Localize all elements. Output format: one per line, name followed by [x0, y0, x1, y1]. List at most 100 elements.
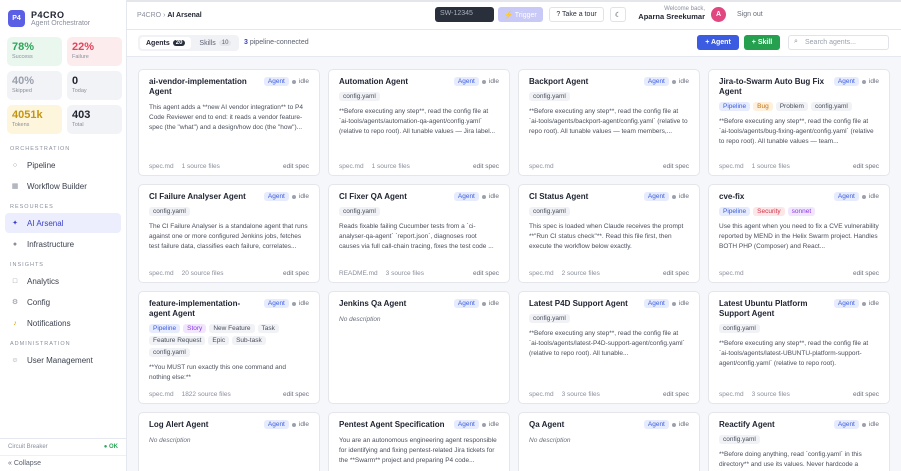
spec-file[interactable]: spec.md: [149, 270, 174, 277]
agent-description: Use this agent when you need to fix a CV…: [719, 223, 879, 250]
agent-card[interactable]: Qa Agent Agent idle No description: [518, 412, 700, 471]
source-files-count: 3 source files: [385, 270, 424, 277]
agent-description: **Before executing any step**, read the …: [719, 340, 869, 367]
trigger-button[interactable]: ⚡ Trigger: [498, 7, 543, 22]
status-dot-icon: [481, 194, 486, 199]
tag: config.yaml: [339, 92, 380, 101]
agent-badge: Agent: [833, 192, 859, 201]
status-text: idle: [868, 300, 879, 307]
agent-card[interactable]: CI Fixer QA Agent Agent idle config.yaml Rea…: [328, 184, 510, 283]
edit-spec-link[interactable]: edit spec: [663, 270, 689, 277]
tag: config.yaml: [149, 207, 190, 216]
card-header: cve-fix Agent idle: [719, 192, 879, 202]
spec-file[interactable]: spec.md: [719, 270, 744, 277]
spec-file[interactable]: spec.md: [529, 391, 554, 398]
agent-card[interactable]: Latest Ubuntu Platform Support Agent Agen…: [708, 291, 890, 404]
tag: config.yaml: [810, 102, 852, 111]
avatar[interactable]: A: [711, 7, 726, 22]
nav-user-management[interactable]: ☺ User Management: [5, 350, 121, 370]
sign-out-link[interactable]: Sign out: [737, 11, 763, 18]
nav-config[interactable]: ⚙ Config: [5, 292, 121, 312]
tag-list: config.yaml: [339, 92, 499, 101]
tag: Bug: [753, 102, 773, 111]
agent-card[interactable]: Automation Agent Agent idle config.yaml **Be…: [328, 69, 510, 176]
edit-spec-link[interactable]: edit spec: [283, 270, 309, 277]
add-skill-button[interactable]: + Skill: [744, 35, 780, 50]
edit-spec-link[interactable]: edit spec: [663, 391, 689, 398]
search-input[interactable]: ⌕ Search agents...: [788, 35, 889, 50]
agent-description: **Before executing any step**, read the …: [339, 108, 496, 135]
agent-title: ai-vendor-implementation Agent: [149, 77, 247, 96]
edit-spec-link[interactable]: edit spec: [853, 391, 879, 398]
spec-file[interactable]: spec.md: [149, 163, 174, 170]
spec-file[interactable]: spec.md: [149, 391, 174, 398]
add-agent-button[interactable]: + Agent: [697, 35, 739, 50]
section-administration: ADMINISTRATION: [10, 341, 71, 347]
nav-workflow-builder[interactable]: ▦ Workflow Builder: [5, 176, 121, 196]
agent-description: **Before executing any step**, read the …: [529, 108, 688, 135]
edit-spec-link[interactable]: edit spec: [283, 391, 309, 398]
nav-notifications[interactable]: ♪ Notifications: [5, 313, 121, 333]
agent-card[interactable]: Jenkins Qa Agent Agent idle No description: [328, 291, 510, 404]
spec-file[interactable]: spec.md: [719, 163, 744, 170]
nav-ai-arsenal[interactable]: ✦ AI Arsenal: [5, 213, 121, 233]
nav-analytics[interactable]: □ Analytics: [5, 271, 121, 291]
square-icon: □: [12, 277, 18, 285]
tag: Problem: [775, 102, 808, 111]
spec-file[interactable]: spec.md: [529, 270, 554, 277]
edit-spec-link[interactable]: edit spec: [283, 163, 309, 170]
tag: Pipeline: [719, 207, 751, 216]
status-dot-icon: [671, 422, 676, 427]
agent-card[interactable]: feature-implementation-agent Agent Agent i…: [138, 291, 320, 404]
card-header: Latest P4D Support Agent Agent idle: [529, 299, 689, 309]
spec-file[interactable]: spec.md: [719, 391, 744, 398]
tag-list: Pipeline Security sonnet: [719, 207, 879, 216]
status-dot-icon: [861, 79, 866, 84]
status-text: idle: [298, 193, 309, 200]
nav-infrastructure[interactable]: ● Infrastructure: [5, 234, 121, 254]
agent-card[interactable]: Jira-to-Swarm Auto Bug Fix Agent Agent idl…: [708, 69, 890, 176]
agent-card[interactable]: Pentest Agent Specification Agent idle You …: [328, 412, 510, 471]
agent-status: Agent idle: [833, 299, 879, 308]
edit-spec-link[interactable]: edit spec: [473, 163, 499, 170]
card-header: Log Alert Agent Agent idle: [149, 420, 309, 430]
ticket-input[interactable]: SW-12345: [435, 7, 494, 22]
card-header: Automation Agent Agent idle: [339, 77, 499, 87]
edit-spec-link[interactable]: edit spec: [853, 270, 879, 277]
take-tour-button[interactable]: ? Take a tour: [549, 7, 604, 22]
agent-card[interactable]: Reactify Agent Agent idle config.yaml **Befo…: [708, 412, 890, 471]
agent-card[interactable]: Backport Agent Agent idle config.yaml **Befo…: [518, 69, 700, 176]
agent-title: Latest Ubuntu Platform Support Agent: [719, 299, 808, 318]
tab-skills[interactable]: Skills 10: [193, 37, 237, 49]
status-dot-icon: [291, 79, 296, 84]
bell-icon: ♪: [13, 319, 17, 327]
theme-toggle-icon[interactable]: ☾: [610, 7, 626, 22]
agent-badge: Agent: [643, 299, 669, 308]
agent-badge: Agent: [453, 192, 479, 201]
agent-card[interactable]: Latest P4D Support Agent Agent idle config.…: [518, 291, 700, 404]
status-text: idle: [868, 78, 879, 85]
agent-title: Jenkins Qa Agent: [339, 299, 407, 308]
edit-spec-link[interactable]: edit spec: [473, 270, 499, 277]
agent-card[interactable]: Log Alert Agent Agent idle No description: [138, 412, 320, 471]
edit-spec-link[interactable]: edit spec: [663, 163, 689, 170]
agent-card[interactable]: cve-fix Agent idle Pipeline Security sonnet Us…: [708, 184, 890, 283]
agent-card[interactable]: ai-vendor-implementation Agent Agent idle T…: [138, 69, 320, 176]
spec-file[interactable]: spec.md: [339, 163, 364, 170]
status-text: idle: [678, 193, 689, 200]
agent-card[interactable]: CI Failure Analyser Agent Agent idle config…: [138, 184, 320, 283]
tag-list: config.yaml: [719, 324, 879, 333]
spec-file[interactable]: spec.md: [529, 163, 554, 170]
tab-agents[interactable]: Agents 20: [140, 37, 192, 49]
grid-icon: ▦: [11, 183, 19, 190]
stat-total: 403 Total: [67, 105, 122, 134]
nav-pipeline[interactable]: ○ Pipeline: [5, 155, 121, 175]
agent-badge: Agent: [263, 77, 289, 86]
welcome: Welcome back, Aparna Sreekumar: [635, 6, 705, 21]
card-footer: spec.md 1822 source files edit spec: [149, 391, 309, 398]
agent-description: Reads fixable failing Cucumber tests fro…: [339, 223, 494, 250]
agent-card[interactable]: CI Status Agent Agent idle config.yaml This …: [518, 184, 700, 283]
spec-file[interactable]: README.md: [339, 270, 378, 277]
collapse-button[interactable]: « Collapse: [0, 455, 126, 471]
edit-spec-link[interactable]: edit spec: [853, 163, 879, 170]
